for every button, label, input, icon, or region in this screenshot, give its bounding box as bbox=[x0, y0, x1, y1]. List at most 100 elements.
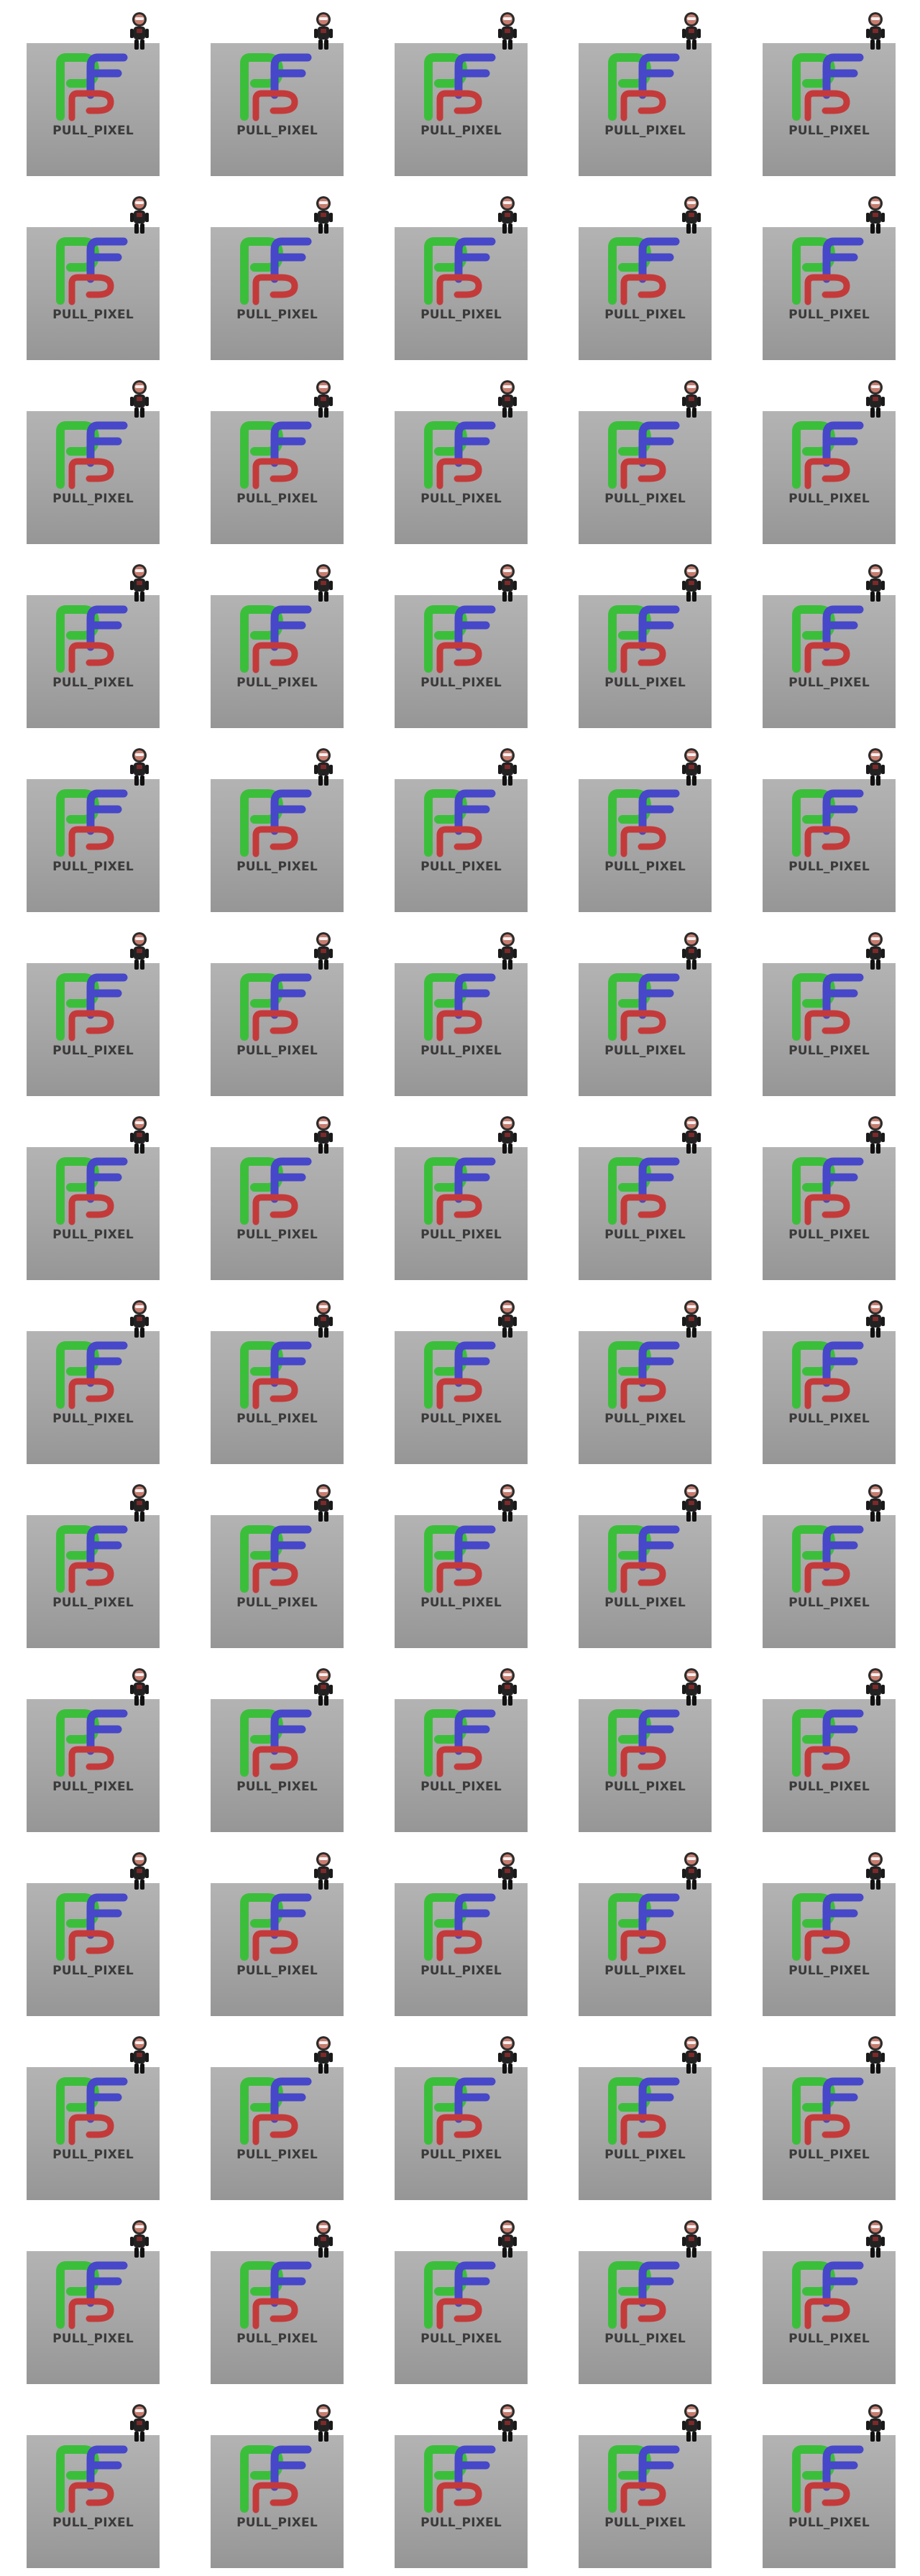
robot-mascot-icon bbox=[679, 748, 704, 788]
robot-mascot-icon bbox=[863, 748, 888, 788]
pp-logo-icon bbox=[53, 1157, 134, 1225]
pp-logo-icon bbox=[421, 237, 502, 305]
pp-logo-icon bbox=[237, 1525, 318, 1593]
thumbnail-tile[interactable]: PULL_PIXEL bbox=[763, 1515, 896, 1648]
thumbnail-tile[interactable]: PULL_PIXEL bbox=[395, 43, 528, 176]
pp-logo-icon bbox=[53, 1525, 134, 1593]
robot-mascot-icon bbox=[495, 748, 520, 788]
thumbnail-tile[interactable]: PULL_PIXEL bbox=[27, 227, 160, 360]
thumbnail-tile[interactable]: PULL_PIXEL bbox=[763, 779, 896, 912]
thumbnail-tile[interactable]: PULL_PIXEL bbox=[395, 2067, 528, 2200]
thumbnail-tile[interactable]: PULL_PIXEL bbox=[579, 227, 712, 360]
thumbnail-tile[interactable]: PULL_PIXEL bbox=[27, 1883, 160, 2016]
thumbnail-tile[interactable]: PULL_PIXEL bbox=[395, 227, 528, 360]
robot-mascot-icon bbox=[311, 1116, 336, 1156]
thumbnail-tile[interactable]: PULL_PIXEL bbox=[211, 2435, 344, 2568]
thumbnail-tile[interactable]: PULL_PIXEL bbox=[395, 595, 528, 728]
thumbnail-tile[interactable]: PULL_PIXEL bbox=[395, 1331, 528, 1464]
thumbnail-tile[interactable]: PULL_PIXEL bbox=[579, 43, 712, 176]
pp-logo-icon bbox=[789, 237, 870, 305]
tile-label: PULL_PIXEL bbox=[604, 1228, 686, 1242]
thumbnail-tile[interactable]: PULL_PIXEL bbox=[763, 411, 896, 544]
thumbnail-tile[interactable]: PULL_PIXEL bbox=[211, 1883, 344, 2016]
thumbnail-tile[interactable]: PULL_PIXEL bbox=[763, 1699, 896, 1832]
thumbnail-tile[interactable]: PULL_PIXEL bbox=[211, 2251, 344, 2384]
thumbnail-tile[interactable]: PULL_PIXEL bbox=[211, 1699, 344, 1832]
thumbnail-tile[interactable]: PULL_PIXEL bbox=[211, 963, 344, 1096]
thumbnail-tile[interactable]: PULL_PIXEL bbox=[579, 1699, 712, 1832]
robot-mascot-icon bbox=[127, 1668, 152, 1708]
robot-mascot-icon bbox=[679, 1116, 704, 1156]
thumbnail-tile[interactable]: PULL_PIXEL bbox=[579, 2251, 712, 2384]
thumbnail-tile[interactable]: PULL_PIXEL bbox=[395, 963, 528, 1096]
thumbnail-tile[interactable]: PULL_PIXEL bbox=[211, 43, 344, 176]
thumbnail-tile[interactable]: PULL_PIXEL bbox=[27, 595, 160, 728]
thumbnail-tile[interactable]: PULL_PIXEL bbox=[27, 43, 160, 176]
thumbnail-tile[interactable]: PULL_PIXEL bbox=[211, 2067, 344, 2200]
pp-logo-icon bbox=[421, 421, 502, 489]
thumbnail-tile[interactable]: PULL_PIXEL bbox=[579, 2435, 712, 2568]
thumbnail-tile[interactable]: PULL_PIXEL bbox=[211, 1331, 344, 1464]
thumbnail-tile[interactable]: PULL_PIXEL bbox=[27, 1699, 160, 1832]
tile-label: PULL_PIXEL bbox=[788, 860, 870, 874]
thumbnail-tile[interactable]: PULL_PIXEL bbox=[763, 1147, 896, 1280]
thumbnail-tile[interactable]: PULL_PIXEL bbox=[579, 2067, 712, 2200]
thumbnail-tile[interactable]: PULL_PIXEL bbox=[763, 595, 896, 728]
thumbnail-tile[interactable]: PULL_PIXEL bbox=[763, 2251, 896, 2384]
robot-mascot-icon bbox=[495, 2220, 520, 2260]
thumbnail-tile[interactable]: PULL_PIXEL bbox=[27, 963, 160, 1096]
thumbnail-tile[interactable]: PULL_PIXEL bbox=[395, 411, 528, 544]
robot-mascot-icon bbox=[311, 2036, 336, 2076]
thumbnail-tile[interactable]: PULL_PIXEL bbox=[579, 963, 712, 1096]
tile-label: PULL_PIXEL bbox=[420, 2148, 502, 2162]
thumbnail-tile[interactable]: PULL_PIXEL bbox=[763, 2435, 896, 2568]
thumbnail-tile[interactable]: PULL_PIXEL bbox=[763, 1883, 896, 2016]
thumbnail-tile[interactable]: PULL_PIXEL bbox=[395, 779, 528, 912]
thumbnail-tile[interactable]: PULL_PIXEL bbox=[763, 1331, 896, 1464]
thumbnail-tile[interactable]: PULL_PIXEL bbox=[27, 1331, 160, 1464]
thumbnail-tile[interactable]: PULL_PIXEL bbox=[27, 1147, 160, 1280]
thumbnail-tile[interactable]: PULL_PIXEL bbox=[763, 227, 896, 360]
thumbnail-tile[interactable]: PULL_PIXEL bbox=[579, 1147, 712, 1280]
thumbnail-tile[interactable]: PULL_PIXEL bbox=[395, 1883, 528, 2016]
thumbnail-tile[interactable]: PULL_PIXEL bbox=[27, 1515, 160, 1648]
thumbnail-tile[interactable]: PULL_PIXEL bbox=[395, 1699, 528, 1832]
robot-mascot-icon bbox=[127, 2404, 152, 2444]
thumbnail-tile[interactable]: PULL_PIXEL bbox=[211, 595, 344, 728]
tile-label: PULL_PIXEL bbox=[604, 1044, 686, 1058]
thumbnail-tile[interactable]: PULL_PIXEL bbox=[579, 411, 712, 544]
pp-logo-icon bbox=[237, 2261, 318, 2329]
thumbnail-tile[interactable]: PULL_PIXEL bbox=[211, 411, 344, 544]
thumbnail-tile[interactable]: PULL_PIXEL bbox=[211, 227, 344, 360]
thumbnail-tile[interactable]: PULL_PIXEL bbox=[211, 1515, 344, 1648]
pp-logo-icon bbox=[421, 1709, 502, 1777]
thumbnail-tile[interactable]: PULL_PIXEL bbox=[27, 2251, 160, 2384]
pp-logo-icon bbox=[789, 1893, 870, 1961]
thumbnail-tile[interactable]: PULL_PIXEL bbox=[763, 2067, 896, 2200]
tile-label: PULL_PIXEL bbox=[52, 2516, 134, 2530]
tile-label: PULL_PIXEL bbox=[236, 1044, 318, 1058]
thumbnail-tile[interactable]: PULL_PIXEL bbox=[579, 1883, 712, 2016]
thumbnail-tile[interactable]: PULL_PIXEL bbox=[763, 43, 896, 176]
pp-logo-icon bbox=[421, 2445, 502, 2513]
thumbnail-tile[interactable]: PULL_PIXEL bbox=[579, 1331, 712, 1464]
robot-mascot-icon bbox=[127, 380, 152, 420]
thumbnail-tile[interactable]: PULL_PIXEL bbox=[395, 2251, 528, 2384]
thumbnail-tile[interactable]: PULL_PIXEL bbox=[211, 1147, 344, 1280]
thumbnail-tile[interactable]: PULL_PIXEL bbox=[27, 2067, 160, 2200]
thumbnail-tile[interactable]: PULL_PIXEL bbox=[579, 779, 712, 912]
pp-logo-icon bbox=[789, 2077, 870, 2145]
thumbnail-tile[interactable]: PULL_PIXEL bbox=[395, 1147, 528, 1280]
thumbnail-tile[interactable]: PULL_PIXEL bbox=[579, 595, 712, 728]
thumbnail-tile[interactable]: PULL_PIXEL bbox=[395, 1515, 528, 1648]
pp-logo-icon bbox=[53, 2261, 134, 2329]
thumbnail-tile[interactable]: PULL_PIXEL bbox=[763, 963, 896, 1096]
thumbnail-tile[interactable]: PULL_PIXEL bbox=[395, 2435, 528, 2568]
thumbnail-tile[interactable]: PULL_PIXEL bbox=[27, 779, 160, 912]
thumbnail-tile[interactable]: PULL_PIXEL bbox=[27, 411, 160, 544]
tile-label: PULL_PIXEL bbox=[604, 2332, 686, 2346]
thumbnail-tile[interactable]: PULL_PIXEL bbox=[579, 1515, 712, 1648]
thumbnail-tile[interactable]: PULL_PIXEL bbox=[211, 779, 344, 912]
thumbnail-tile[interactable]: PULL_PIXEL bbox=[27, 2435, 160, 2568]
robot-mascot-icon bbox=[495, 1300, 520, 1340]
